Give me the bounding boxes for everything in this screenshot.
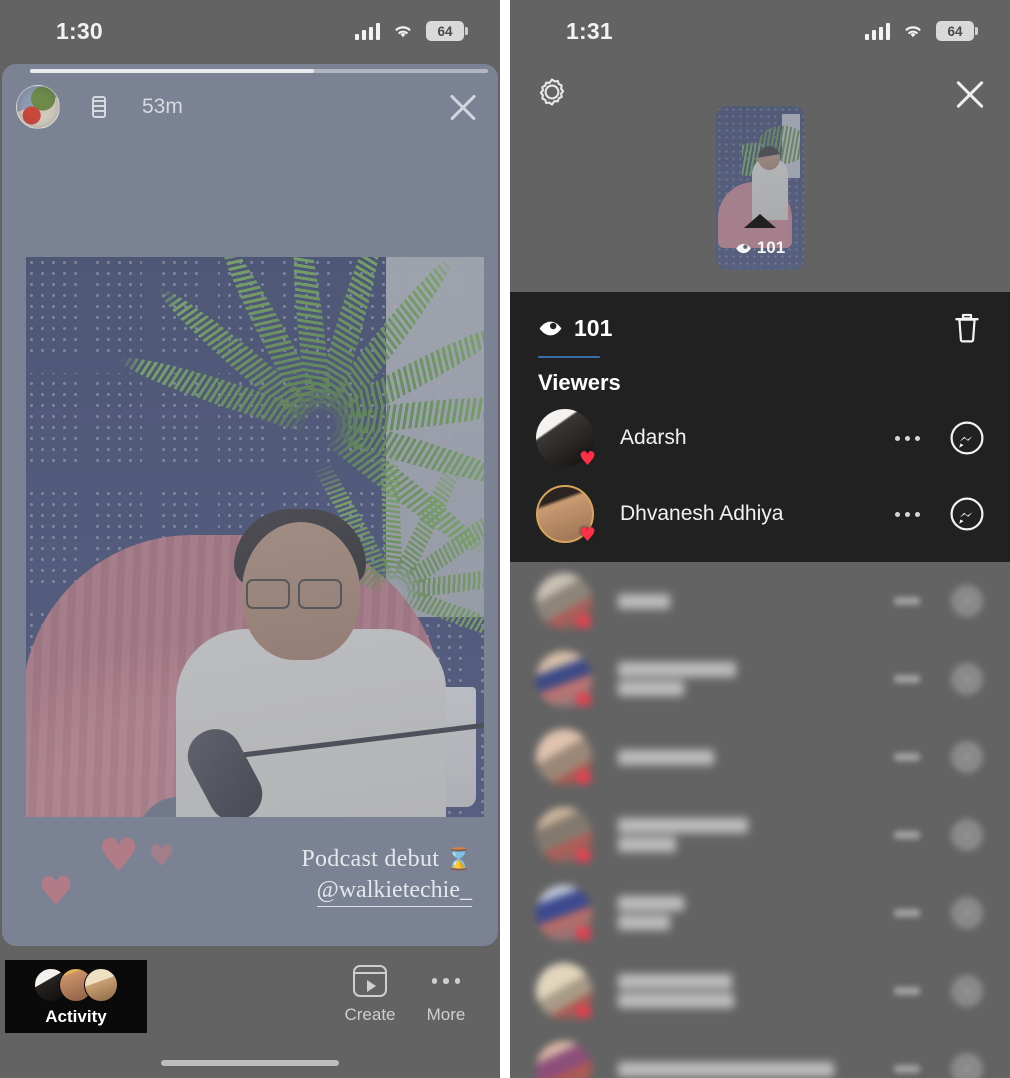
- ellipsis-icon[interactable]: [895, 435, 948, 441]
- story-caption: Podcast debut ⌛ @walkietechie_: [172, 846, 472, 907]
- right-status-bar: 1:31 64: [510, 0, 1010, 62]
- story-thumbnail[interactable]: 101: [716, 106, 804, 270]
- story-progress-fill: [30, 69, 314, 73]
- caption-text: Podcast debut: [301, 846, 440, 872]
- dual-screenshot-container: 1:30 64 53m Podcast debut ⌛ @walkietechi…: [0, 0, 1010, 1078]
- list-item[interactable]: [510, 640, 1010, 718]
- left-status-bar: 1:30 64: [0, 0, 500, 62]
- ellipsis-icon[interactable]: [894, 909, 920, 917]
- list-item[interactable]: [510, 952, 1010, 1030]
- story-author-avatar[interactable]: [16, 85, 60, 129]
- ellipsis-icon[interactable]: [895, 511, 948, 517]
- reel-create-icon: [352, 965, 388, 997]
- messenger-icon[interactable]: [948, 419, 986, 457]
- avatar[interactable]: ♥: [536, 485, 596, 546]
- tab-more-label: More: [426, 1005, 466, 1024]
- ellipsis-icon[interactable]: [894, 675, 920, 683]
- tab-activity-label: Activity: [45, 1006, 107, 1026]
- tab-create[interactable]: Create: [338, 959, 402, 1025]
- liked-heart-icon: ♥: [578, 448, 596, 470]
- view-count-value: 101: [574, 314, 613, 341]
- viewer-row[interactable]: ♥ Adarsh: [510, 400, 1010, 476]
- close-icon[interactable]: [950, 74, 990, 114]
- reel-badge-icon: [88, 94, 110, 120]
- story-timestamp: 53m: [142, 95, 183, 118]
- story-preview-area: 101: [510, 62, 1010, 292]
- left-phone-screen: 1:30 64 53m Podcast debut ⌛ @walkietechi…: [0, 0, 500, 1078]
- ellipsis-icon[interactable]: [894, 1065, 920, 1073]
- gear-icon[interactable]: [534, 74, 570, 110]
- ellipsis-icon[interactable]: [894, 987, 920, 995]
- home-indicator: [161, 1060, 339, 1066]
- viewers-section-title: Viewers: [538, 370, 621, 395]
- battery-indicator: 64: [936, 21, 978, 41]
- messenger-icon[interactable]: [948, 660, 986, 698]
- messenger-icon[interactable]: [948, 582, 986, 620]
- avatar: [84, 967, 118, 1002]
- blurred-viewer-list: [510, 562, 1010, 1078]
- status-time: 1:30: [56, 17, 103, 44]
- story-photo: [26, 257, 484, 817]
- messenger-icon[interactable]: [948, 894, 986, 932]
- tab-create-label: Create: [344, 1005, 396, 1024]
- cellular-signal-icon: [354, 22, 380, 40]
- list-item[interactable]: [510, 562, 1010, 640]
- status-indicators: 64: [864, 21, 978, 41]
- dim-overlay: [26, 257, 484, 817]
- list-item[interactable]: [510, 1030, 1010, 1078]
- activity-avatar-stack: [34, 967, 118, 1003]
- viewer-name: Adarsh: [620, 426, 687, 449]
- avatar[interactable]: ♥: [536, 409, 596, 470]
- cellular-signal-icon: [864, 22, 890, 40]
- list-item[interactable]: [510, 874, 1010, 952]
- ellipsis-icon[interactable]: [894, 831, 920, 839]
- messenger-icon[interactable]: [948, 495, 986, 533]
- status-indicators: 64: [354, 21, 468, 41]
- bottom-tab-bar: Activity Create More: [0, 946, 500, 1078]
- floating-heart-icon: ♥: [38, 869, 74, 915]
- story-header: 53m: [2, 78, 498, 136]
- list-item[interactable]: [510, 796, 1010, 874]
- ellipsis-icon: [431, 978, 461, 984]
- liked-heart-icon: ♥: [578, 524, 596, 546]
- eye-icon: [539, 321, 562, 335]
- active-tab-indicator: [538, 355, 600, 358]
- messenger-icon[interactable]: [948, 738, 986, 776]
- battery-indicator: 64: [426, 21, 468, 41]
- viewers-sheet-header: 101: [510, 292, 1010, 364]
- eye-icon: [735, 243, 751, 253]
- trash-icon[interactable]: [950, 310, 984, 346]
- list-item[interactable]: [510, 718, 1010, 796]
- story-viewer-card[interactable]: 53m Podcast debut ⌛ @walkietechie_ ♥ ♥ ♥: [2, 64, 498, 946]
- story-progress-bar: [30, 69, 488, 73]
- sheet-caret: [744, 214, 776, 228]
- messenger-icon[interactable]: [948, 972, 986, 1010]
- right-phone-screen: 1:31 64 101 101 Viewers ♥ Adarsh ♥ Dhvan…: [510, 0, 1010, 1078]
- thumbnail-count-value: 101: [756, 238, 786, 257]
- viewers-sheet: 101 Viewers ♥ Adarsh ♥ Dhvanesh Adhiya: [510, 292, 1010, 562]
- thumbnail-view-count: 101: [716, 238, 804, 258]
- tab-activity[interactable]: Activity: [5, 960, 147, 1033]
- wifi-icon: [395, 26, 411, 38]
- caption-mention-link[interactable]: @walkietechie_: [316, 877, 472, 907]
- tab-more[interactable]: More: [414, 959, 478, 1025]
- tab-views[interactable]: 101: [538, 315, 612, 342]
- hourglass-emoji: ⌛: [445, 847, 472, 871]
- viewer-name: Dhvanesh Adhiya: [620, 502, 784, 525]
- messenger-icon[interactable]: [948, 1050, 986, 1078]
- close-icon[interactable]: [444, 88, 482, 126]
- ellipsis-icon[interactable]: [894, 753, 920, 761]
- wifi-icon: [905, 26, 921, 38]
- panel-divider: [500, 0, 510, 1078]
- status-time: 1:31: [566, 17, 613, 44]
- ellipsis-icon[interactable]: [894, 597, 920, 605]
- viewer-row[interactable]: ♥ Dhvanesh Adhiya: [510, 476, 1010, 552]
- floating-heart-icon: ♥: [98, 828, 140, 882]
- messenger-icon[interactable]: [948, 816, 986, 854]
- floating-heart-icon: ♥: [148, 839, 175, 874]
